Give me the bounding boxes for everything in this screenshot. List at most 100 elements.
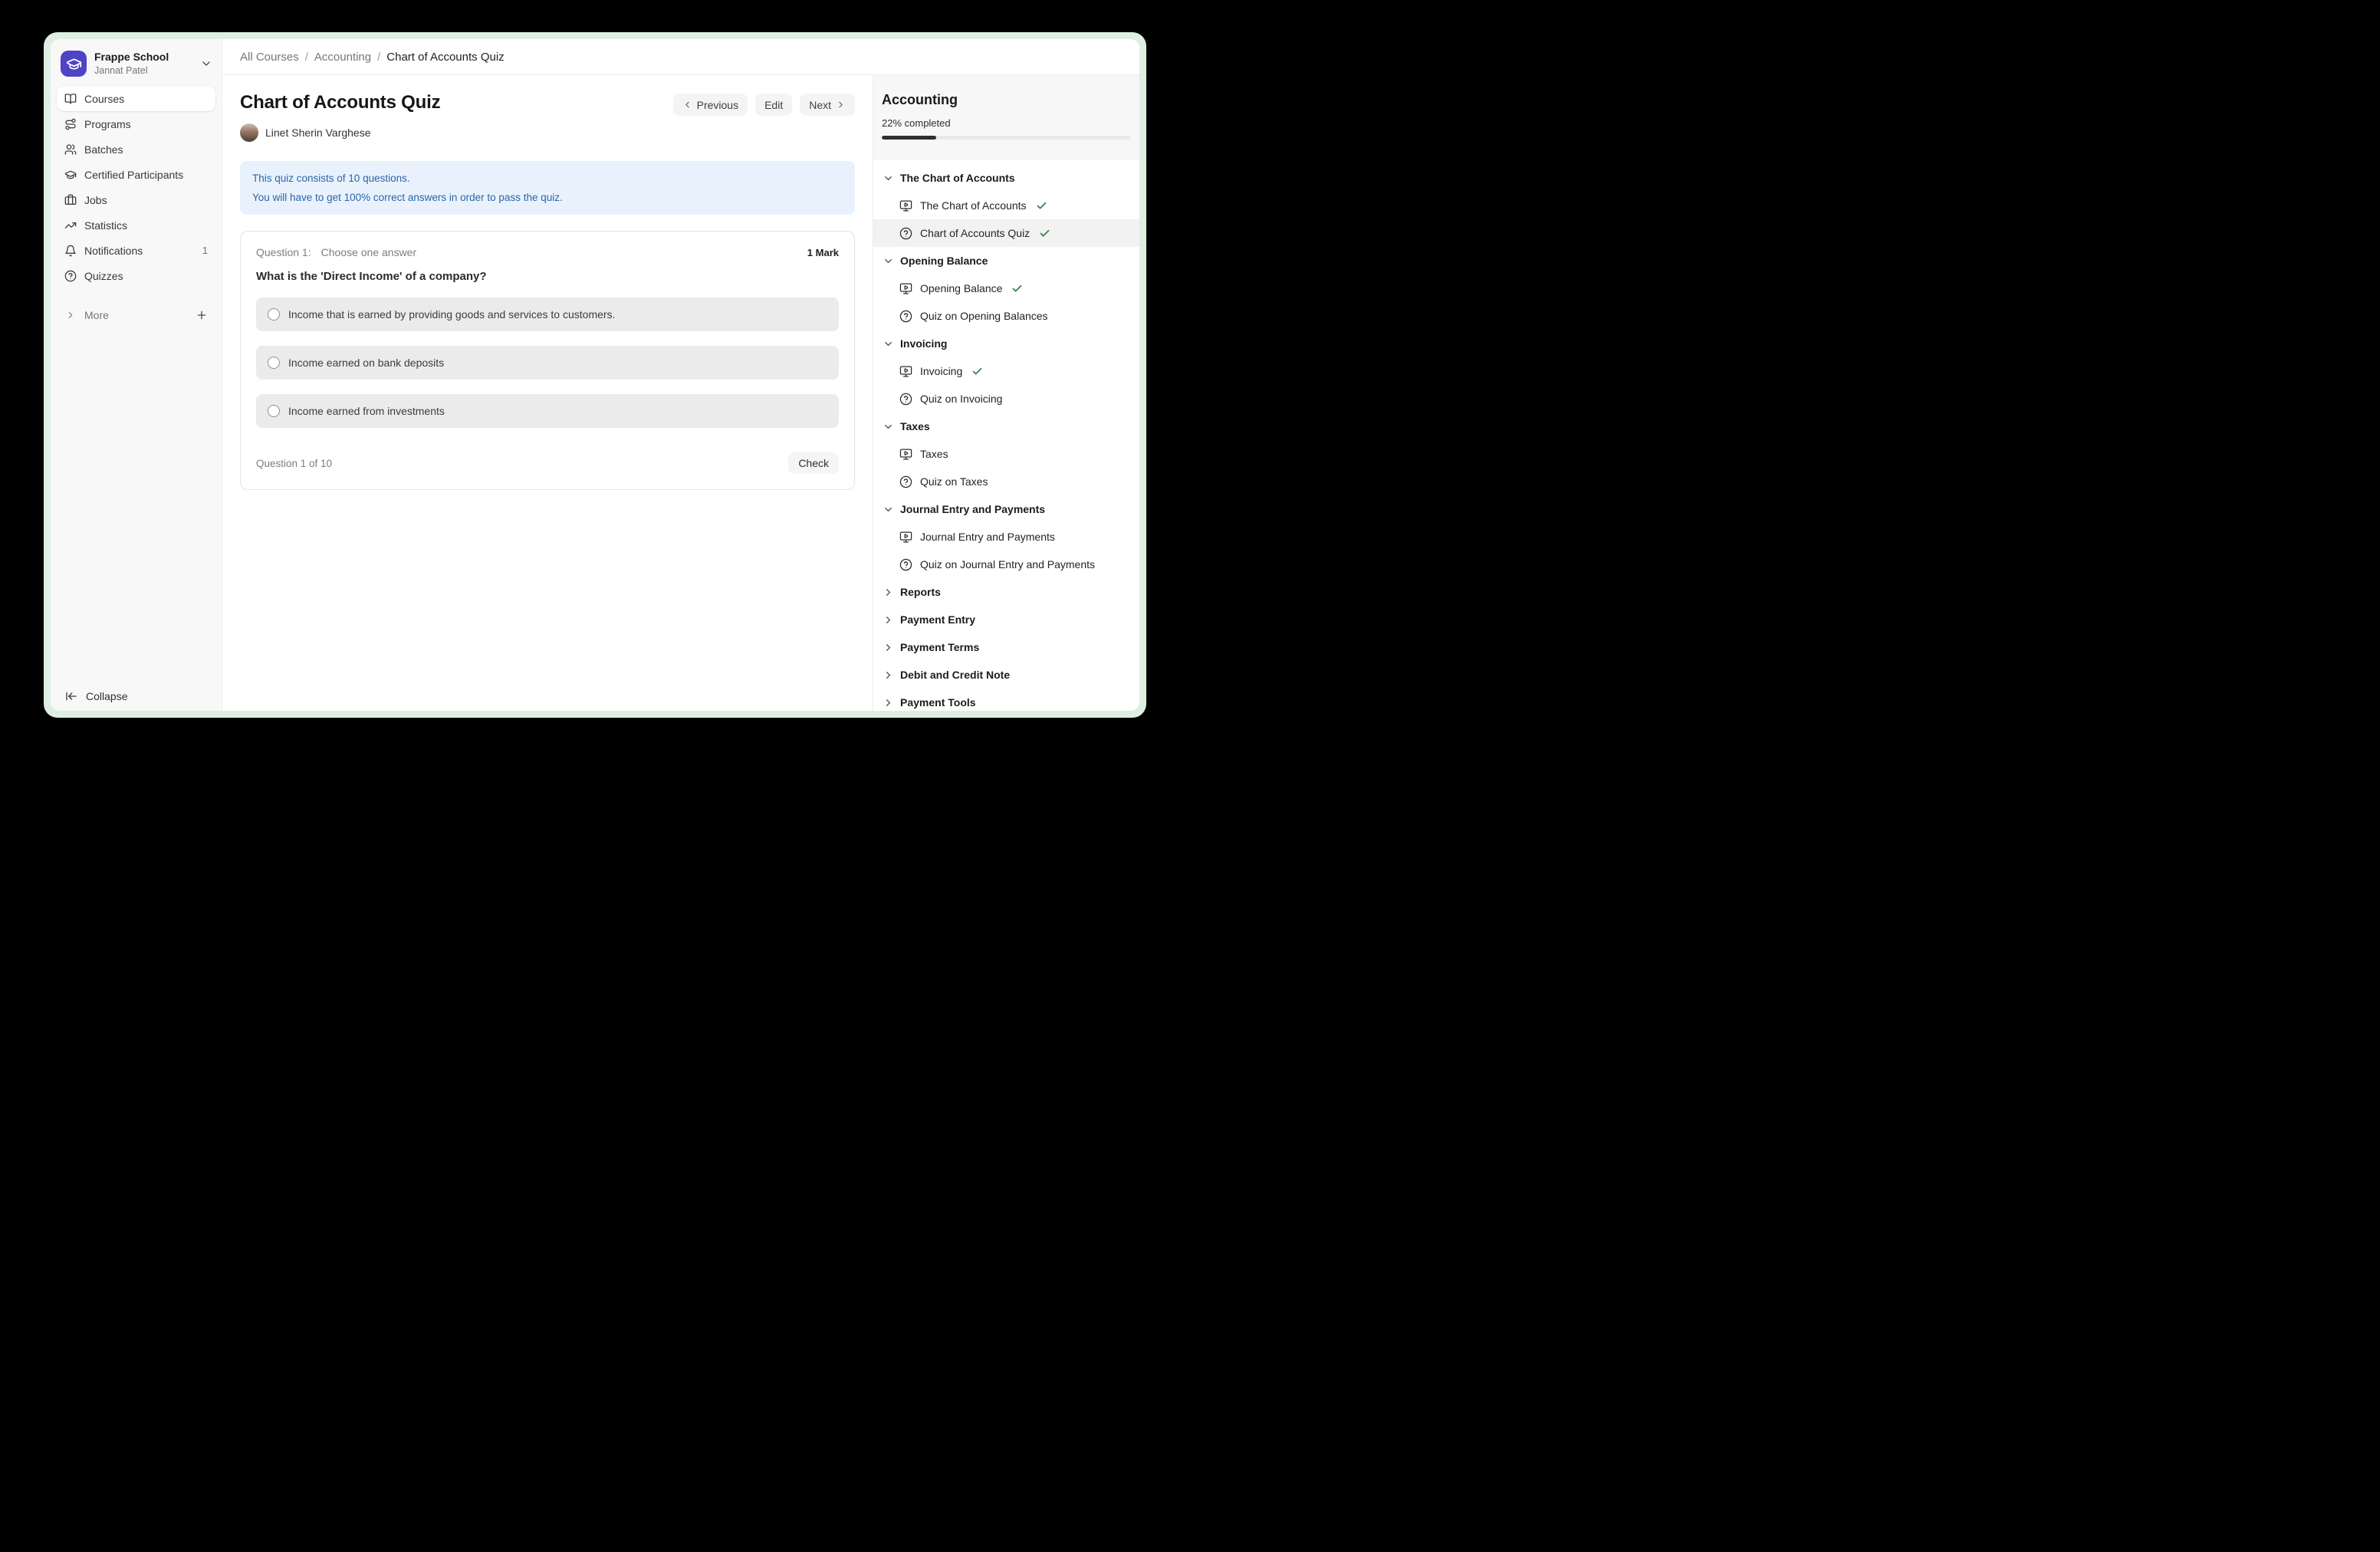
circle-help-icon	[64, 270, 77, 282]
course-outline: Accounting 22% completed The Chart of Ac…	[873, 75, 1139, 711]
outline-section: Payment Tools	[873, 689, 1139, 711]
breadcrumb: All Courses/Accounting/Chart of Accounts…	[240, 51, 505, 64]
graduation-cap-icon	[66, 56, 82, 72]
circle-help-icon	[899, 475, 912, 488]
outline-section-header[interactable]: Payment Entry	[873, 606, 1139, 633]
arrow-left-to-line-icon	[65, 690, 77, 702]
page-title: Chart of Accounts Quiz	[240, 92, 440, 113]
sidebar-nav: Courses Programs Batches Certified Parti…	[51, 83, 222, 288]
monitor-play-icon	[899, 199, 912, 212]
circle-help-icon	[899, 227, 912, 240]
outline-item[interactable]: Invoicing	[873, 357, 1139, 385]
question-progress: Question 1 of 10	[256, 458, 332, 469]
sidebar-item-statistics[interactable]: Statistics	[57, 212, 215, 238]
course-progress-fill	[882, 136, 936, 140]
workspace-switcher[interactable]: Frappe School Jannat Patel	[51, 39, 222, 83]
outline-section-header[interactable]: Reports	[873, 578, 1139, 606]
course-progress-bar	[882, 136, 1130, 140]
sidebar-item-more[interactable]: More	[57, 302, 215, 327]
outline-section-header[interactable]: Payment Terms	[873, 633, 1139, 661]
chevron-right-icon	[883, 614, 894, 626]
outline-section-header[interactable]: Payment Tools	[873, 689, 1139, 711]
plus-icon[interactable]	[196, 309, 208, 321]
window-frame: Frappe School Jannat Patel Courses Progr…	[44, 32, 1146, 718]
previous-button[interactable]: Previous	[673, 94, 748, 116]
outline-item[interactable]: Quiz on Invoicing	[873, 385, 1139, 413]
outline-body: The Chart of Accounts The Chart of Accou…	[873, 160, 1139, 711]
outline-section-header[interactable]: Debit and Credit Note	[873, 661, 1139, 689]
circle-help-icon	[899, 310, 912, 323]
monitor-play-icon	[899, 448, 912, 461]
sidebar-item-notifications[interactable]: Notifications 1	[57, 238, 215, 263]
question-instruction: Choose one answer	[321, 246, 417, 258]
answer-option-2[interactable]: Income earned on bank deposits	[256, 346, 839, 380]
sidebar-item-courses[interactable]: Courses	[57, 86, 215, 111]
chevron-down-icon	[883, 173, 894, 184]
main-content: Chart of Accounts Quiz Linet Sherin Varg…	[222, 75, 873, 711]
outline-item[interactable]: Chart of Accounts Quiz	[873, 219, 1139, 247]
answer-option-3[interactable]: Income earned from investments	[256, 394, 839, 428]
briefcase-icon	[64, 194, 77, 206]
bell-icon	[64, 245, 77, 257]
sidebar-item-jobs[interactable]: Jobs	[57, 187, 215, 212]
sidebar-item-quizzes[interactable]: Quizzes	[57, 263, 215, 288]
collapse-sidebar-button[interactable]: Collapse	[51, 681, 222, 711]
outline-section-header[interactable]: Opening Balance	[873, 247, 1139, 275]
notice-line: This quiz consists of 10 questions.	[252, 169, 843, 188]
more-label: More	[84, 309, 109, 321]
left-sidebar: Frappe School Jannat Patel Courses Progr…	[51, 39, 222, 711]
breadcrumb-link[interactable]: Accounting	[314, 51, 371, 64]
chevron-right-icon	[883, 642, 894, 653]
question-number-label: Question 1:	[256, 246, 311, 258]
answer-options: Income that is earned by providing goods…	[256, 298, 839, 428]
check-icon	[971, 366, 983, 377]
author-name: Linet Sherin Varghese	[265, 127, 371, 139]
answer-option-1[interactable]: Income that is earned by providing goods…	[256, 298, 839, 331]
question-card: Question 1: Choose one answer 1 Mark Wha…	[240, 231, 855, 490]
outline-item[interactable]: Journal Entry and Payments	[873, 523, 1139, 551]
outline-section: Payment Terms	[873, 633, 1139, 661]
screen: Frappe School Jannat Patel Courses Progr…	[0, 0, 1190, 776]
chevron-down-icon	[883, 421, 894, 432]
outline-section: Payment Entry	[873, 606, 1139, 633]
edit-button[interactable]: Edit	[755, 94, 792, 116]
breadcrumb-link[interactable]: All Courses	[240, 51, 299, 64]
notice-line: You will have to get 100% correct answer…	[252, 188, 843, 207]
outline-item[interactable]: The Chart of Accounts	[873, 192, 1139, 219]
outline-section: Journal Entry and Payments Journal Entry…	[873, 495, 1139, 578]
sidebar-item-batches[interactable]: Batches	[57, 136, 215, 162]
outline-item[interactable]: Taxes	[873, 440, 1139, 468]
radio-icon[interactable]	[268, 357, 280, 369]
circle-help-icon	[899, 558, 912, 571]
app-logo	[61, 51, 87, 77]
graduation-cap-icon	[64, 169, 77, 181]
outline-section-header[interactable]: Journal Entry and Payments	[873, 495, 1139, 523]
course-progress-text: 22% completed	[882, 117, 1130, 129]
chevron-down-icon	[883, 504, 894, 515]
outline-section-header[interactable]: The Chart of Accounts	[873, 164, 1139, 192]
monitor-play-icon	[899, 531, 912, 544]
outline-item[interactable]: Quiz on Opening Balances	[873, 302, 1139, 330]
breadcrumb-separator: /	[377, 51, 380, 64]
radio-icon[interactable]	[268, 308, 280, 321]
outline-section-header[interactable]: Taxes	[873, 413, 1139, 440]
radio-icon[interactable]	[268, 405, 280, 417]
outline-item[interactable]: Quiz on Journal Entry and Payments	[873, 551, 1139, 578]
monitor-play-icon	[899, 365, 912, 378]
chevron-left-icon	[682, 100, 692, 110]
outline-section: Debit and Credit Note	[873, 661, 1139, 689]
breadcrumb-separator: /	[305, 51, 308, 64]
outline-item[interactable]: Quiz on Taxes	[873, 468, 1139, 495]
course-outline-header: Accounting 22% completed	[873, 75, 1139, 160]
outline-section: Taxes Taxes Quiz on Taxes	[873, 413, 1139, 495]
outline-section: Reports	[873, 578, 1139, 606]
check-button[interactable]: Check	[788, 452, 839, 474]
next-button[interactable]: Next	[800, 94, 855, 116]
outline-section-header[interactable]: Invoicing	[873, 330, 1139, 357]
outline-item[interactable]: Opening Balance	[873, 275, 1139, 302]
check-icon	[1039, 228, 1050, 239]
question-text: What is the 'Direct Income' of a company…	[256, 270, 839, 283]
sidebar-item-programs[interactable]: Programs	[57, 111, 215, 136]
monitor-play-icon	[899, 282, 912, 295]
sidebar-item-certified-participants[interactable]: Certified Participants	[57, 162, 215, 187]
